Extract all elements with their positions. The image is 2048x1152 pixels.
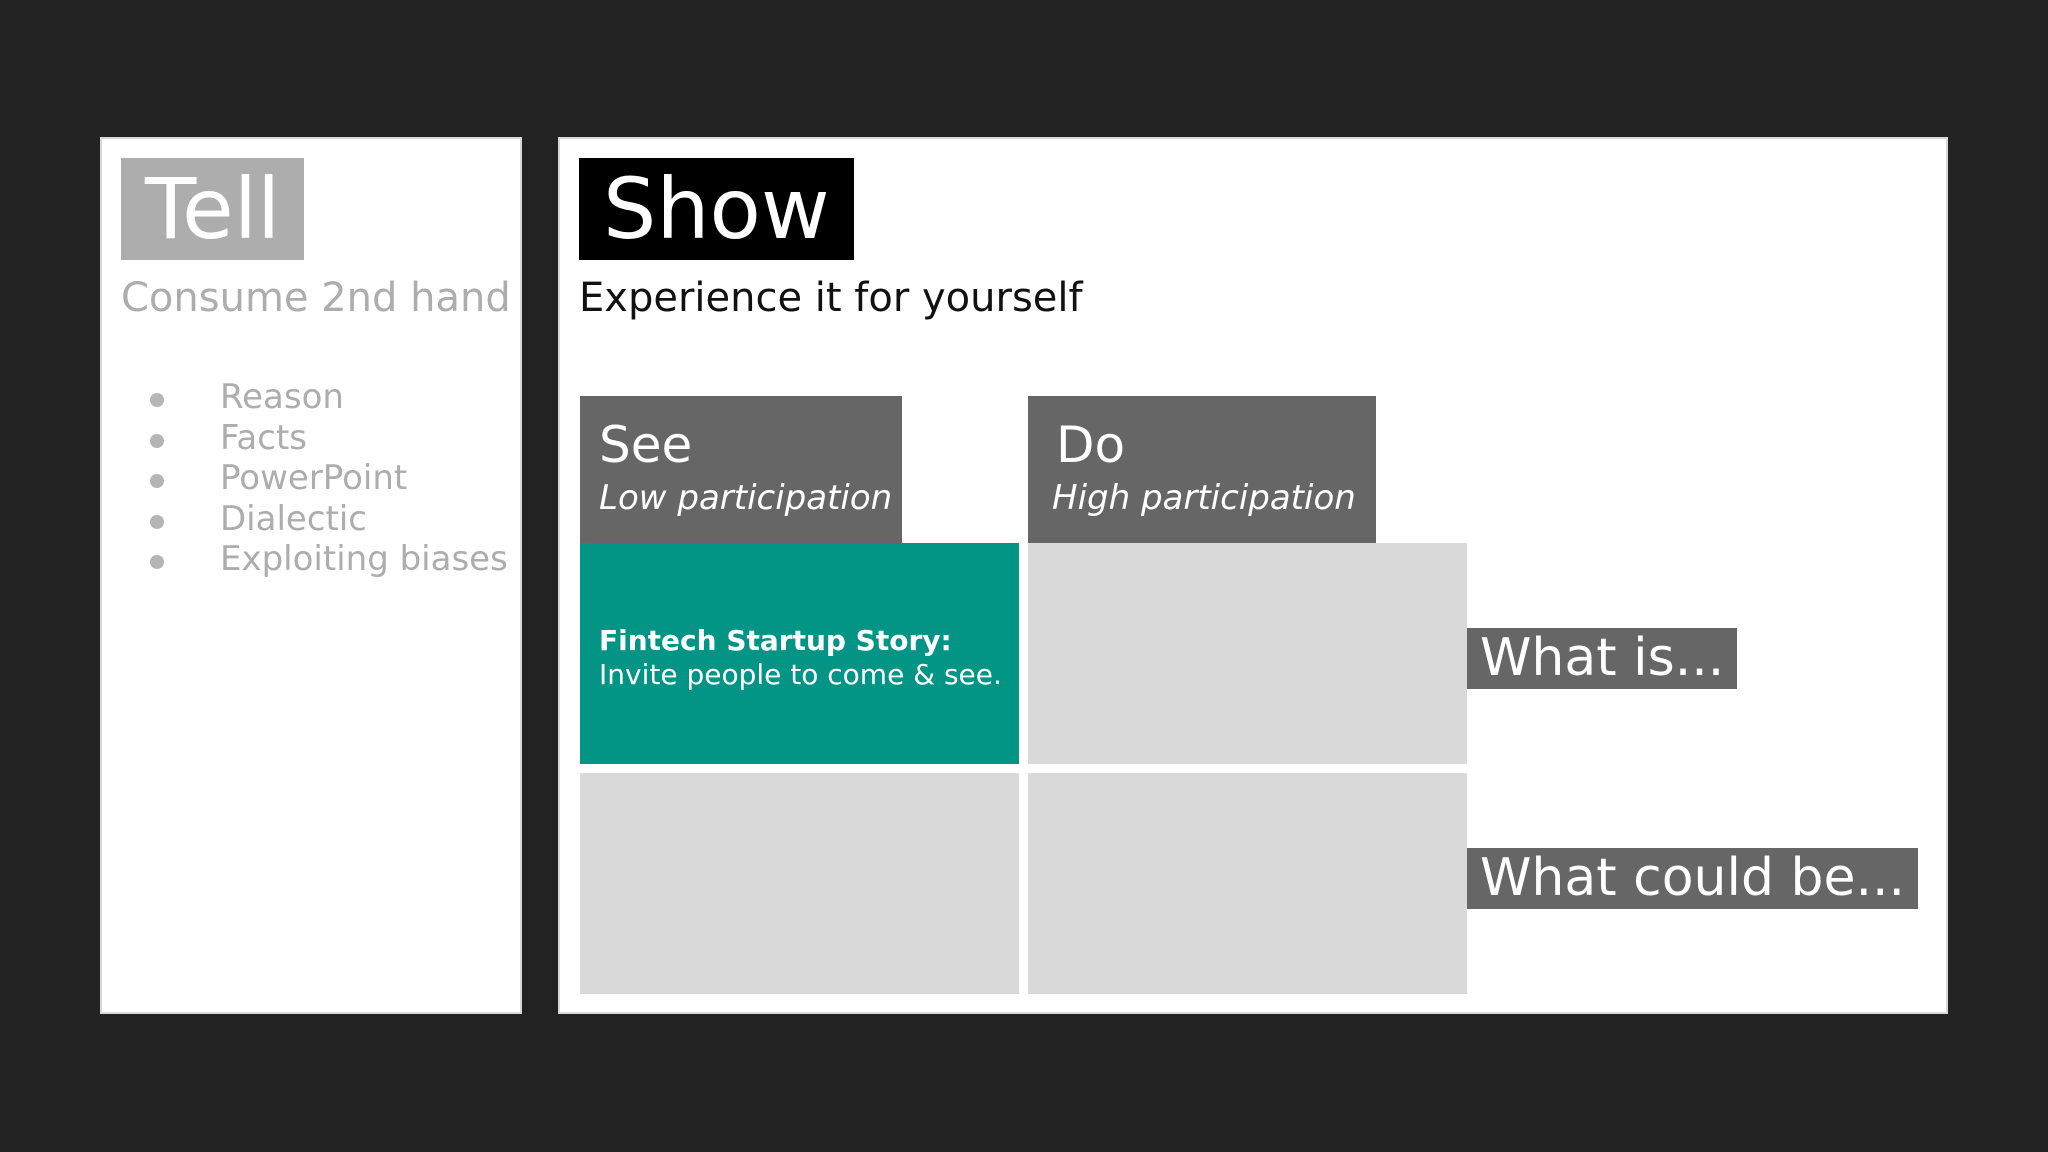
list-item: Reason — [150, 377, 508, 418]
story-text: Invite people to come & see. — [599, 658, 1002, 691]
tell-title: Tell — [121, 158, 305, 260]
list-item: Dialectic — [150, 499, 508, 540]
story-title: Fintech Startup Story: — [599, 624, 952, 657]
column-subtitle: High participation — [1052, 478, 1356, 518]
tell-panel: Tell Consume 2nd hand Reason Facts Power… — [100, 137, 522, 1014]
column-title: Do — [1056, 416, 1126, 474]
column-title: See — [599, 416, 693, 474]
list-item: PowerPoint — [150, 458, 508, 499]
cell-see-what-is: Fintech Startup Story: Invite people to … — [580, 543, 1019, 764]
tell-bullet-list: Reason Facts PowerPoint Dialectic Exploi… — [150, 377, 508, 580]
show-panel: Show Experience it for yourself See Low … — [558, 137, 1948, 1014]
cell-do-what-could-be — [1028, 773, 1467, 994]
list-item: Exploiting biases — [150, 539, 508, 580]
column-header-do: Do High participation — [1028, 396, 1376, 543]
show-subtitle: Experience it for yourself — [579, 275, 1083, 321]
cell-see-what-could-be — [580, 773, 1019, 994]
cell-do-what-is — [1028, 543, 1467, 764]
row-label-what-is: What is... — [1467, 628, 1738, 689]
tell-subtitle: Consume 2nd hand — [121, 275, 511, 321]
row-label-what-could-be: What could be... — [1467, 848, 1919, 909]
column-header-see: See Low participation — [580, 396, 902, 543]
show-title: Show — [579, 158, 854, 260]
list-item: Facts — [150, 418, 508, 459]
column-subtitle: Low participation — [599, 478, 893, 518]
